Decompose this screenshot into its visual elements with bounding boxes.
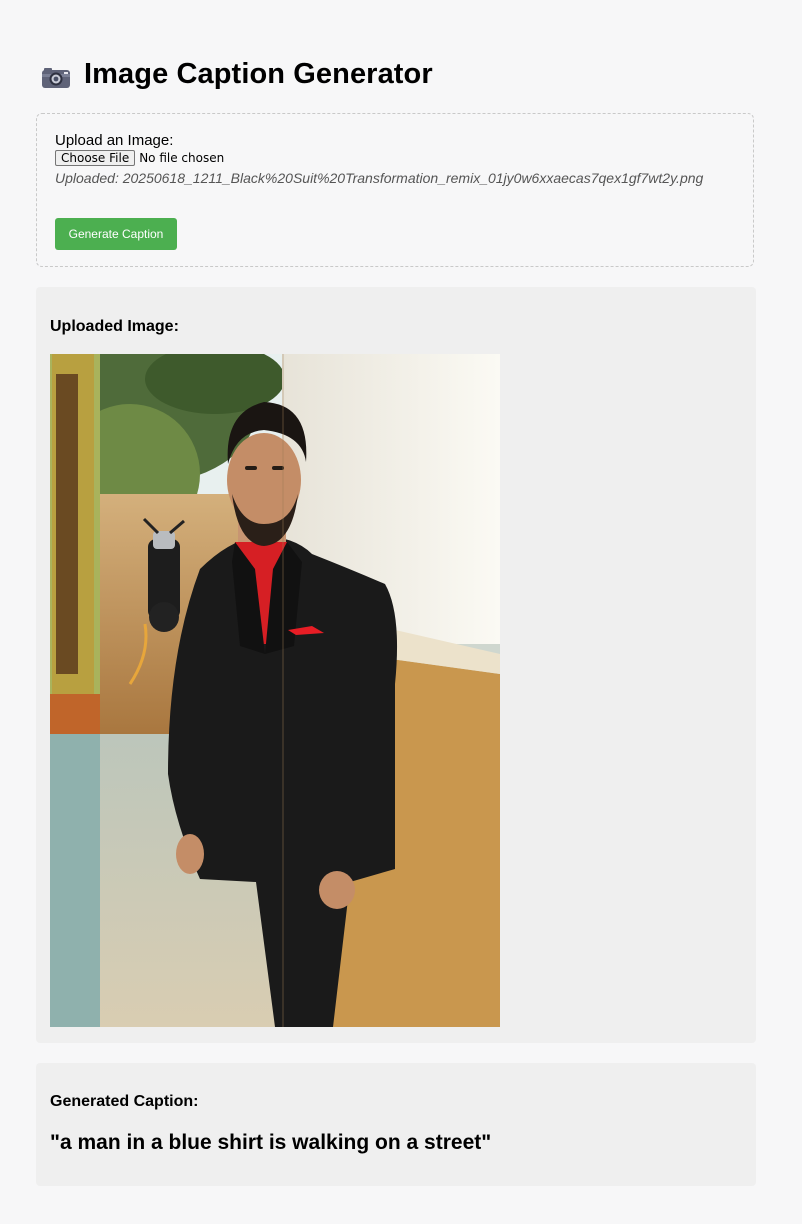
uploaded-image-panel: Uploaded Image:	[36, 287, 756, 1043]
caption-heading: Generated Caption:	[50, 1093, 199, 1110]
uploaded-photo	[50, 354, 500, 1027]
uploaded-filename: Uploaded: 20250618_1211_Black%20Suit%20T…	[55, 170, 704, 186]
page-header: Image Caption Generator	[40, 58, 433, 91]
upload-label: Upload an Image:	[55, 132, 174, 149]
uploaded-image-heading: Uploaded Image:	[50, 318, 179, 335]
camera-icon	[42, 67, 70, 88]
generate-caption-button[interactable]: Generate Caption	[55, 218, 177, 250]
no-file-text: No file chosen	[139, 151, 225, 165]
choose-file-button[interactable]: Choose File	[55, 150, 136, 166]
page-title: Image Caption Generator	[84, 58, 433, 90]
generated-caption: "a man in a blue shirt is walking on a s…	[50, 1131, 492, 1154]
file-input[interactable]: Choose File No file chosen	[55, 150, 224, 166]
upload-box: Upload an Image: Choose File No file cho…	[36, 113, 754, 267]
caption-panel: Generated Caption: "a man in a blue shir…	[36, 1063, 756, 1186]
